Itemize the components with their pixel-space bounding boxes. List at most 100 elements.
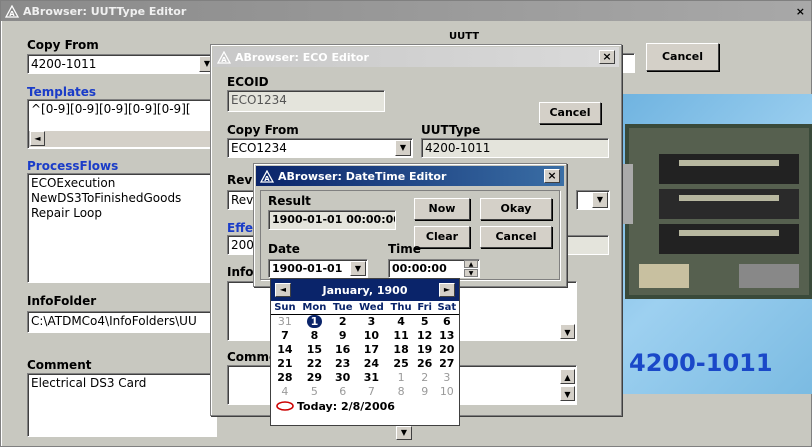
- clear-button[interactable]: Clear: [414, 226, 470, 248]
- uuttype-field[interactable]: 4200-1011: [421, 138, 609, 158]
- cancel-button[interactable]: Cancel: [646, 43, 719, 71]
- ecoid-field[interactable]: ECO1234: [227, 90, 385, 112]
- eco-editor-titlebar[interactable]: A ABrowser: ECO Editor ×: [213, 47, 619, 67]
- calendar-day-cell[interactable]: 30: [330, 371, 355, 385]
- calendar-day-cell[interactable]: 8: [299, 329, 330, 343]
- calendar-day-cell[interactable]: 6: [435, 315, 459, 329]
- window-title: ABrowser: UUTType Editor: [23, 4, 187, 18]
- calendar-day-cell[interactable]: 7: [271, 329, 299, 343]
- scroll-up-icon[interactable]: ▲: [560, 369, 575, 384]
- calendar-day-cell[interactable]: 13: [435, 329, 459, 343]
- calendar-week-row: 4 5 6 7 8 9 10: [271, 385, 459, 399]
- processflow-item[interactable]: Repair Loop: [31, 206, 213, 221]
- spin-up-icon[interactable]: ▲: [464, 260, 478, 268]
- calendar-day-cell[interactable]: 4: [387, 315, 414, 329]
- calendar-day-cell[interactable]: 9: [415, 385, 435, 399]
- close-icon[interactable]: ×: [599, 50, 615, 64]
- calendar-day-number: 28: [277, 371, 293, 384]
- calendar-day-cell[interactable]: 8: [387, 385, 414, 399]
- cancel-button[interactable]: Cancel: [480, 226, 552, 248]
- calendar-day-number: 15: [306, 343, 323, 356]
- calendar-day-number: 30: [335, 371, 351, 384]
- chevron-down-icon[interactable]: ▼: [592, 192, 608, 208]
- calendar-day-cell[interactable]: 10: [355, 329, 387, 343]
- processflow-item[interactable]: ECOExecution: [31, 176, 213, 191]
- templates-hscrollbar[interactable]: ◄: [29, 131, 215, 147]
- calendar-today[interactable]: Today: 2/8/2006: [271, 399, 459, 414]
- rev-dropdown[interactable]: ▼: [576, 190, 610, 210]
- copy-from-dropdown[interactable]: ECO1234 ▼: [227, 138, 413, 158]
- calendar-day-cell[interactable]: 4: [271, 385, 299, 399]
- scroll-left-icon[interactable]: ◄: [30, 131, 45, 146]
- calendar-day-cell[interactable]: 6: [330, 385, 355, 399]
- close-icon[interactable]: ×: [544, 169, 560, 183]
- ecoid-value: ECO1234: [231, 93, 287, 107]
- calendar-day-cell[interactable]: 26: [415, 357, 435, 371]
- calendar-day-cell[interactable]: 19: [415, 343, 435, 357]
- copy-from-dropdown[interactable]: 4200-1011 ▼: [27, 54, 217, 74]
- date-dropdown[interactable]: 1900-01-01 ▼: [268, 259, 368, 278]
- calendar-day-cell[interactable]: 1: [387, 371, 414, 385]
- calendar-day-number: 31: [277, 315, 292, 329]
- calendar-day-cell[interactable]: 22: [299, 357, 330, 371]
- previous-month-icon[interactable]: ◄: [275, 283, 291, 297]
- next-month-icon[interactable]: ►: [439, 283, 455, 297]
- calendar-day-cell[interactable]: 10: [435, 385, 459, 399]
- copy-from-label: Copy From: [27, 38, 99, 52]
- calendar-day-cell[interactable]: 18: [387, 343, 414, 357]
- calendar-day-cell[interactable]: 3: [355, 315, 387, 329]
- uuttype-editor-titlebar[interactable]: A ABrowser: UUTType Editor ×: [1, 1, 811, 21]
- calendar-day-cell[interactable]: 11: [387, 329, 414, 343]
- calendar-day-cell[interactable]: 28: [271, 371, 299, 385]
- result-label: Result: [268, 194, 311, 208]
- time-spinner[interactable]: 00:00:00 ▲ ▼: [388, 259, 480, 278]
- calendar-day-cell[interactable]: 12: [415, 329, 435, 343]
- date-value: 1900-01-01: [272, 262, 343, 275]
- comment-field[interactable]: Electrical DS3 Card: [27, 373, 217, 437]
- calendar-day-number: 12: [417, 329, 433, 342]
- processflows-list[interactable]: ECOExecution NewDS3ToFinishedGoods Repai…: [27, 173, 217, 283]
- close-icon[interactable]: ×: [796, 5, 805, 18]
- copy-from-value: 4200-1011: [31, 57, 97, 71]
- calendar-day-number: 20: [439, 343, 455, 356]
- datetime-editor-titlebar[interactable]: A ABrowser: DateTime Editor ×: [256, 166, 564, 186]
- chevron-down-icon[interactable]: ▼: [395, 140, 411, 156]
- scroll-down-icon[interactable]: ▼: [401, 428, 407, 437]
- calendar-day-cell[interactable]: 14: [271, 343, 299, 357]
- spin-down-icon[interactable]: ▼: [464, 269, 478, 277]
- calendar-day-cell[interactable]: 2: [330, 315, 355, 329]
- calendar-day-cell[interactable]: 17: [355, 343, 387, 357]
- calendar-day-cell[interactable]: 20: [435, 343, 459, 357]
- calendar-day-cell[interactable]: 5: [299, 385, 330, 399]
- infofolder-field[interactable]: C:\ATDMCo4\InfoFolders\UU: [27, 311, 217, 333]
- svg-text:A: A: [221, 56, 227, 64]
- okay-button[interactable]: Okay: [480, 198, 552, 220]
- comment-scrollbar[interactable]: ▼: [396, 426, 412, 440]
- calendar-day-cell[interactable]: 7: [355, 385, 387, 399]
- calendar-day-cell[interactable]: 16: [330, 343, 355, 357]
- calendar-popup[interactable]: ◄ January, 1900 ► Sun Mon Tue Wed Thu Fri Sat …: [270, 278, 460, 426]
- scroll-down-icon[interactable]: ▼: [560, 324, 575, 339]
- calendar-day-cell[interactable]: 21: [271, 357, 299, 371]
- now-button[interactable]: Now: [414, 198, 470, 220]
- calendar-day-cell[interactable]: 31: [355, 371, 387, 385]
- calendar-day-cell[interactable]: 5: [415, 315, 435, 329]
- chevron-down-icon[interactable]: ▼: [350, 261, 366, 276]
- calendar-day-cell[interactable]: 15: [299, 343, 330, 357]
- calendar-day-cell[interactable]: 27: [435, 357, 459, 371]
- calendar-day-cell[interactable]: 23: [330, 357, 355, 371]
- calendar-day-cell[interactable]: 2: [415, 371, 435, 385]
- calendar-day-cell[interactable]: 31: [271, 315, 299, 329]
- calendar-day-cell[interactable]: 29: [299, 371, 330, 385]
- cancel-button[interactable]: Cancel: [539, 102, 601, 124]
- calendar-day-header: Tue: [329, 301, 356, 315]
- calendar-day-cell[interactable]: 3: [435, 371, 459, 385]
- calendar-day-cell[interactable]: 9: [330, 329, 355, 343]
- processflow-item[interactable]: NewDS3ToFinishedGoods: [31, 191, 213, 206]
- calendar-day-cell[interactable]: 25: [387, 357, 414, 371]
- calendar-grid: Sun Mon Tue Wed Thu Fri Sat 31 1 2 3 4 5 6 7 8 9 10 11 12 1…: [271, 301, 459, 399]
- calendar-day-cell[interactable]: 24: [355, 357, 387, 371]
- uuttype-label: UUTT: [449, 31, 480, 42]
- scroll-down-icon[interactable]: ▼: [560, 386, 575, 401]
- calendar-day-cell[interactable]: 1: [299, 315, 330, 329]
